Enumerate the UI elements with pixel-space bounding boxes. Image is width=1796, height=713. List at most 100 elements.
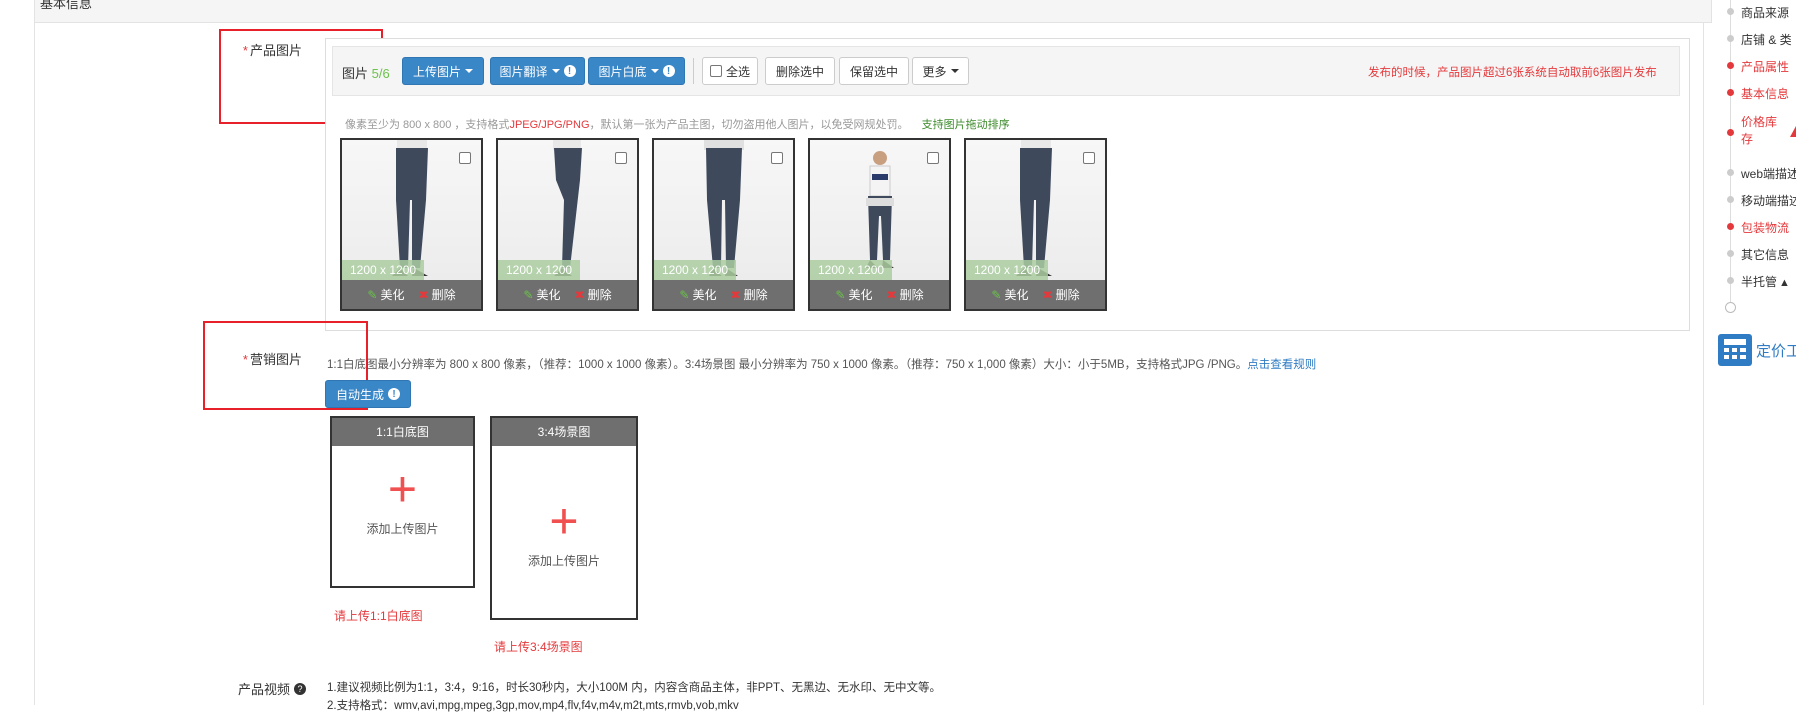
upload-image-button-label: 上传图片 — [412, 64, 461, 79]
thumb-checkbox[interactable] — [615, 152, 627, 164]
nav-dot — [1727, 169, 1734, 176]
square-image-error: 请上传1:1白底图 — [334, 609, 423, 623]
nav-item-logistics[interactable]: 包装物流 — [1741, 219, 1789, 236]
info-icon: ! — [662, 65, 675, 77]
add-upload-text: 添加上传图片 — [366, 522, 439, 536]
nav-item-other[interactable]: 其它信息 — [1741, 246, 1789, 263]
beautify-button[interactable]: ✎ 美化 — [835, 286, 872, 303]
product-thumb[interactable]: 1200 x 1200 ✎ 美化 ✖ 删除 — [964, 138, 1107, 311]
marketing-rules: 1:1白底图最小分辨率为 800 x 800 像素，（推荐：1000 x 100… — [327, 356, 1316, 372]
nav-item-basic-info[interactable]: 基本信息 — [1741, 85, 1789, 102]
nav-item-mobile-desc[interactable]: 移动端描述 — [1741, 192, 1796, 209]
thumb-checkbox[interactable] — [1083, 152, 1095, 164]
beautify-button[interactable]: ✎ 美化 — [523, 286, 560, 303]
product-thumb[interactable]: 1200 x 1200 ✎ 美化 ✖ 删除 — [808, 138, 951, 311]
close-icon: ✖ — [574, 287, 585, 302]
marketing-rule-text: 1:1白底图最小分辨率为 800 x 800 像素，（推荐：1000 x 100… — [327, 359, 1248, 371]
image-hint-sort: 支持图片拖动排序 — [921, 119, 1010, 131]
upload-box-square[interactable]: 1:1白底图 + 添加上传图片 — [330, 416, 475, 588]
nav-item-semi-managed[interactable]: 半托管 ▲ — [1741, 273, 1790, 290]
nav-dot — [1727, 8, 1734, 15]
image-hint-formats: JPEG/JPG/PNG — [509, 119, 590, 131]
warning-icon — [1790, 126, 1796, 137]
info-icon: ! — [563, 65, 576, 77]
product-thumb[interactable]: 1200 x 1200 ✎ 美化 ✖ 删除 — [340, 138, 483, 311]
nav-item-semi-managed-label: 半托管 — [1741, 275, 1778, 289]
delete-label: 删除 — [899, 288, 924, 302]
delete-thumb-button[interactable]: ✖ 删除 — [731, 286, 768, 303]
info-icon: ! — [388, 388, 400, 400]
delete-thumb-button[interactable]: ✖ 删除 — [575, 286, 612, 303]
nav-item-price-stock[interactable]: 价格库存 — [1741, 114, 1785, 148]
white-bg-button[interactable]: 图片白底! — [588, 57, 685, 85]
beautify-button[interactable]: ✎ 美化 — [991, 286, 1028, 303]
auto-generate-button[interactable]: 自动生成! — [325, 380, 411, 408]
upload-box-scene[interactable]: 3:4场景图 + 添加上传图片 — [490, 416, 638, 620]
product-video-label-text: 产品视频 — [237, 682, 290, 697]
chevron-down-icon — [465, 69, 473, 73]
chevron-down-icon — [551, 69, 560, 73]
image-count: 图片 5/6 — [342, 63, 390, 82]
publish-notice: 发布的时候，产品图片超过6张系统自动取前6张图片发布 — [1368, 67, 1657, 79]
translate-image-button-label: 图片翻译 — [499, 64, 548, 79]
upload-box-title: 1:1白底图 — [332, 418, 473, 446]
keep-selected-button[interactable]: 保留选中 — [839, 57, 909, 85]
delete-thumb-button[interactable]: ✖ 删除 — [1043, 286, 1080, 303]
upload-image-button[interactable]: 上传图片 — [402, 57, 484, 85]
product-thumb[interactable]: 1200 x 1200 ✎ 美化 ✖ 删除 — [496, 138, 639, 311]
nav-dot — [1727, 35, 1734, 42]
image-hint: 像素至少为 800 x 800 ，支持格式JPEG/JPG/PNG，默认第一张为… — [345, 116, 1010, 132]
calculator-icon[interactable] — [1718, 334, 1752, 366]
auto-generate-label: 自动生成 — [335, 387, 384, 402]
chevron-down-icon — [950, 69, 959, 73]
nav-dot — [1727, 196, 1734, 203]
translate-image-button[interactable]: 图片翻译! — [490, 57, 585, 85]
beautify-button[interactable]: ✎ 美化 — [679, 286, 716, 303]
nav-dot-error — [1727, 62, 1734, 69]
delete-thumb-button[interactable]: ✖ 删除 — [419, 286, 456, 303]
nav-item-web-desc[interactable]: web端描述 — [1741, 165, 1796, 182]
nav-dot — [1727, 250, 1734, 257]
nav-end-circle — [1725, 302, 1736, 313]
thumb-checkbox[interactable] — [771, 152, 783, 164]
pencil-icon: ✎ — [523, 287, 534, 302]
video-hint-line1: 1.建议视频比例为1:1，3:4，9:16，时长30秒内，大小100M 内，内容… — [327, 682, 942, 694]
pencil-icon: ✎ — [367, 287, 378, 302]
keep-selected-label: 保留选中 — [849, 64, 898, 79]
nav-dot-error — [1727, 223, 1734, 230]
frame-divider-left — [34, 22, 35, 705]
thumb-checkbox[interactable] — [459, 152, 471, 164]
thumb-actions: ✎ 美化 ✖ 删除 — [810, 280, 949, 309]
pencil-icon: ✎ — [991, 287, 1002, 302]
thumb-checkbox[interactable] — [927, 152, 939, 164]
image-size-tag: 1200 x 1200 — [810, 260, 892, 280]
product-thumb[interactable]: 1200 x 1200 ✎ 美化 ✖ 删除 — [652, 138, 795, 311]
image-size-tag: 1200 x 1200 — [342, 260, 424, 280]
select-all-checkbox[interactable] — [709, 65, 722, 77]
select-all-button[interactable]: 全选 — [702, 57, 758, 85]
nav-item-store[interactable]: 店铺 & 类 — [1741, 31, 1792, 48]
frame-divider-right — [1703, 22, 1704, 705]
beautify-label: 美化 — [380, 288, 405, 302]
nav-item-source[interactable]: 商品来源 — [1741, 4, 1789, 21]
nav-dot-error — [1727, 89, 1734, 96]
rules-link[interactable]: 点击查看规则 — [1247, 359, 1316, 371]
add-upload-text: 添加上传图片 — [527, 554, 600, 568]
chevron-down-icon — [650, 69, 659, 73]
more-button[interactable]: 更多 — [912, 57, 969, 85]
white-bg-button-label: 图片白底 — [598, 64, 647, 79]
help-icon[interactable]: ? — [294, 682, 306, 695]
nav-dot-error — [1727, 129, 1734, 136]
upload-box-title: 3:4场景图 — [492, 418, 636, 446]
select-all-label: 全选 — [725, 64, 750, 79]
toolbar-divider — [693, 58, 694, 84]
beautify-button[interactable]: ✎ 美化 — [367, 286, 404, 303]
delete-thumb-button[interactable]: ✖ 删除 — [887, 286, 924, 303]
image-count-label: 图片 — [342, 66, 369, 81]
pricing-tool-link[interactable]: 定价工 — [1756, 340, 1796, 361]
delete-selected-button[interactable]: 删除选中 — [765, 57, 835, 85]
nav-item-attributes[interactable]: 产品属性 — [1741, 58, 1789, 75]
delete-label: 删除 — [587, 288, 612, 302]
close-icon: ✖ — [886, 287, 897, 302]
image-size-tag: 1200 x 1200 — [498, 260, 580, 280]
